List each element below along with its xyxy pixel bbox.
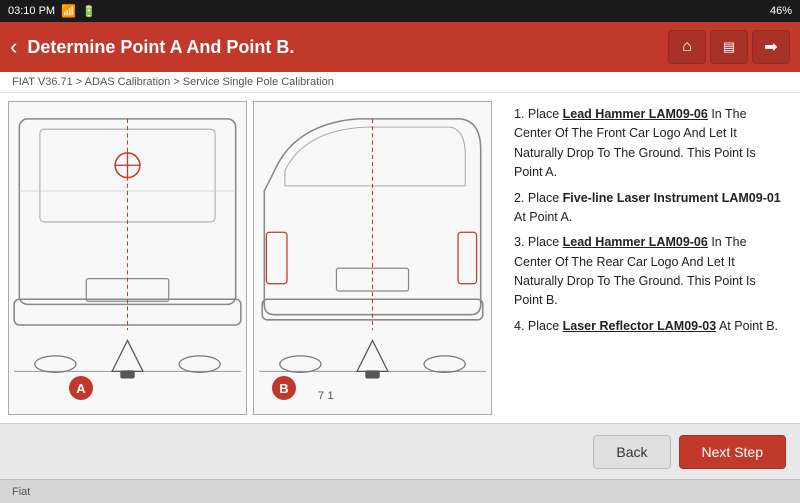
doc-icon: ▤ — [723, 39, 735, 55]
next-step-button[interactable]: Next Step — [679, 435, 786, 469]
main-content: A — [0, 93, 800, 423]
time-display: 03:10 PM — [8, 5, 55, 17]
step3-pre: 3. Place — [514, 235, 563, 249]
step-1: 1. Place Lead Hammer LAM09-06 In The Cen… — [514, 105, 786, 183]
point-a-label: A — [69, 376, 93, 400]
step3-link: Lead Hammer LAM09-06 — [563, 235, 708, 249]
brand-label: Fiat — [12, 486, 30, 498]
header: ‹ Determine Point A And Point B. ⌂ ▤ ➡ — [0, 22, 800, 72]
svg-text:7 1: 7 1 — [318, 390, 334, 402]
wifi-icon: 📶 — [61, 4, 76, 18]
back-nav-button[interactable]: ‹ — [10, 34, 17, 60]
step-3: 3. Place Lead Hammer LAM09-06 In The Cen… — [514, 233, 786, 311]
step4-link: Laser Reflector LAM09-03 — [563, 319, 717, 333]
step1-link: Lead Hammer LAM09-06 — [563, 107, 708, 121]
bottom-bar: Back Next Step — [0, 423, 800, 479]
step4-post: At Point B. — [716, 319, 778, 333]
battery-percent: 46% — [770, 5, 792, 17]
header-icons: ⌂ ▤ ➡ — [668, 30, 790, 64]
back-button[interactable]: Back — [593, 435, 670, 469]
breadcrumb: FIAT V36.71 > ADAS Calibration > Service… — [0, 72, 800, 93]
car-image-rear: 7 1 B — [253, 101, 492, 415]
charging-icon: 🔋 — [82, 5, 96, 18]
breadcrumb-text: FIAT V36.71 > ADAS Calibration > Service… — [12, 76, 334, 88]
step2-post: At Point A. — [514, 210, 572, 224]
step2-pre: 2. Place — [514, 191, 563, 205]
footer: Fiat — [0, 479, 800, 503]
step-2: 2. Place Five-line Laser Instrument LAM0… — [514, 189, 786, 228]
doc-button[interactable]: ▤ — [710, 30, 748, 64]
status-bar: 03:10 PM 📶 🔋 46% — [0, 0, 800, 22]
forward-button[interactable]: ➡ — [752, 30, 790, 64]
car-image-front: A — [8, 101, 247, 415]
car-front-svg — [9, 102, 246, 414]
step1-pre: 1. Place — [514, 107, 563, 121]
status-left: 03:10 PM 📶 🔋 — [8, 4, 96, 18]
home-icon: ⌂ — [682, 38, 692, 56]
instructions-panel: 1. Place Lead Hammer LAM09-06 In The Cen… — [500, 93, 800, 423]
images-panel: A — [0, 93, 500, 423]
car-rear-svg: 7 1 — [254, 102, 491, 414]
status-right: 46% — [770, 5, 792, 17]
home-button[interactable]: ⌂ — [668, 30, 706, 64]
forward-icon: ➡ — [764, 37, 777, 57]
step4-pre: 4. Place — [514, 319, 563, 333]
step-4: 4. Place Laser Reflector LAM09-03 At Poi… — [514, 317, 786, 336]
point-b-label: B — [272, 376, 296, 400]
step2-link: Five-line Laser Instrument LAM09-01 — [563, 191, 781, 205]
page-title: Determine Point A And Point B. — [27, 37, 658, 58]
